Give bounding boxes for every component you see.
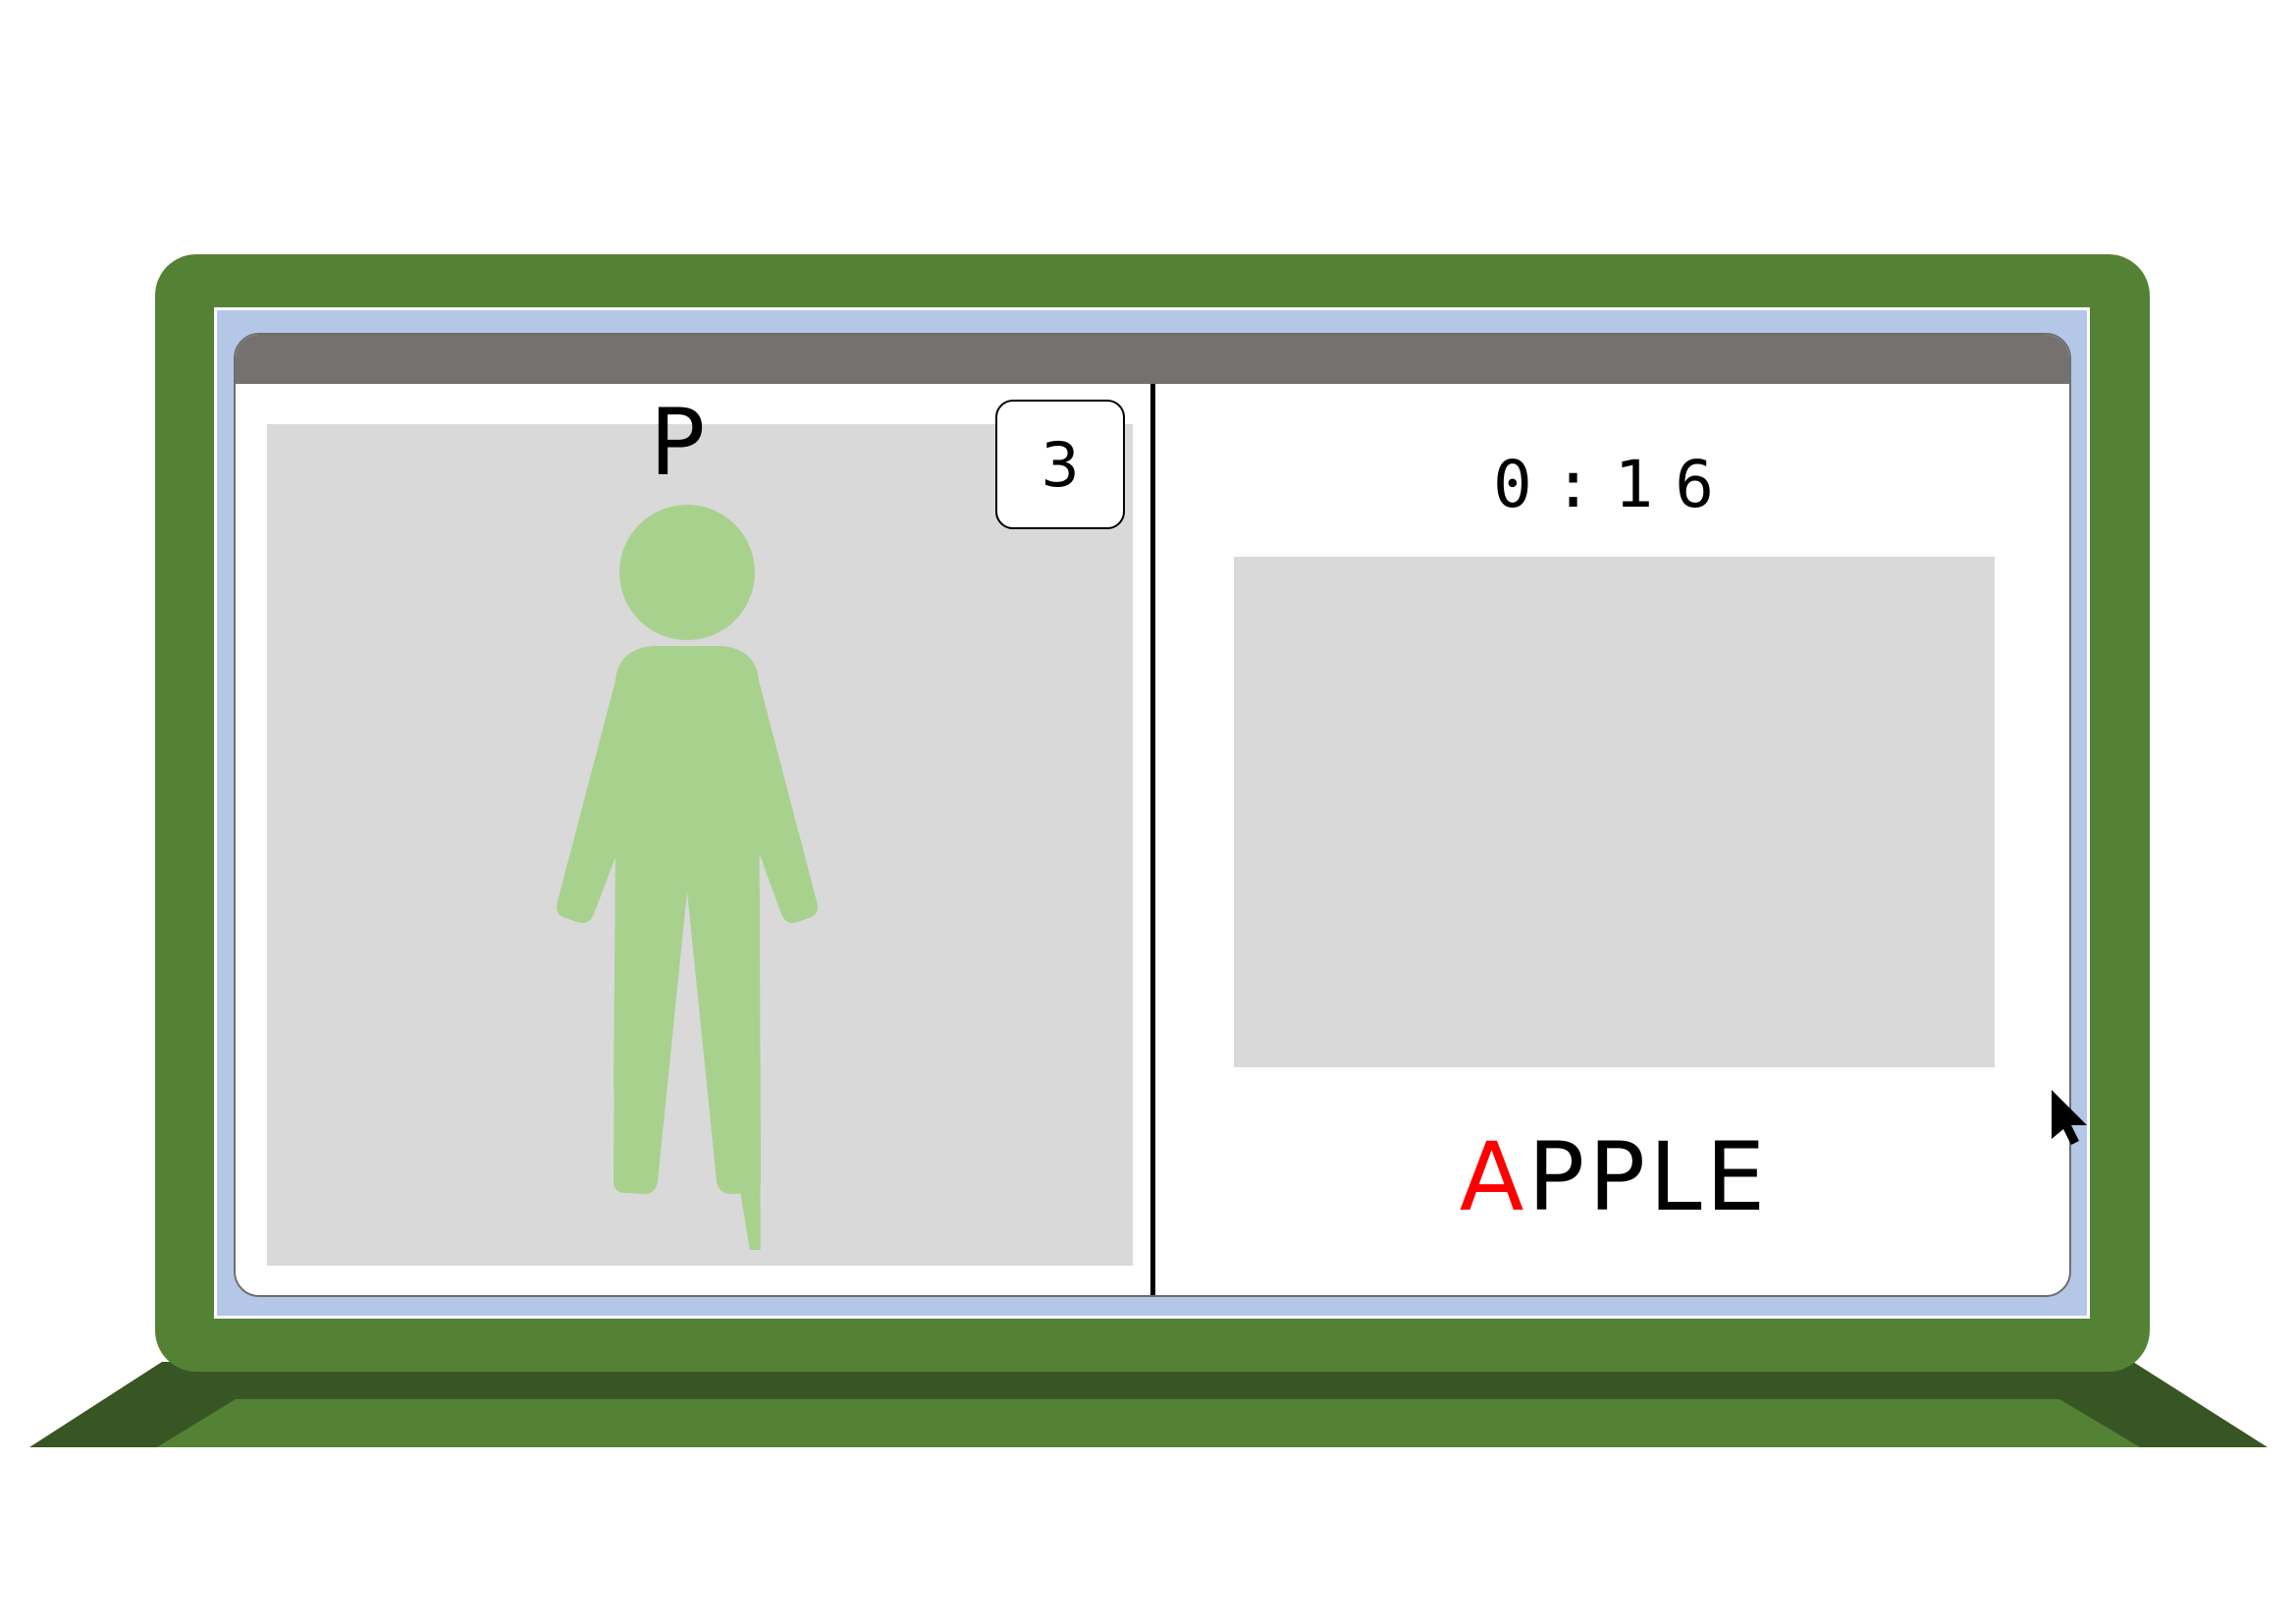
laptop-base-outer: [29, 1362, 2268, 1447]
count-badge: 3: [995, 400, 1125, 529]
camera-pane: P 3: [236, 384, 1150, 1295]
window-title-bar[interactable]: [236, 335, 2069, 384]
word-pane: 0:16 APPLE: [1155, 384, 2069, 1295]
target-word: APPLE: [1155, 1130, 2069, 1224]
laptop-base-inner: [157, 1399, 2140, 1447]
timer-display: 0:16: [1493, 447, 1735, 522]
mouse-pointer-icon: [2052, 1090, 2087, 1145]
person-letter-label: P: [649, 390, 706, 497]
remaining-letters: PPLE: [1527, 1122, 1770, 1232]
app-window: P 3 0:16 APPLE: [234, 333, 2071, 1297]
person-icon: [557, 505, 818, 1250]
laptop-scene: P 3 0:16 APPLE: [0, 0, 2296, 1624]
highlighted-letter: A: [1459, 1122, 1528, 1232]
word-image-placeholder: [1234, 557, 1995, 1067]
